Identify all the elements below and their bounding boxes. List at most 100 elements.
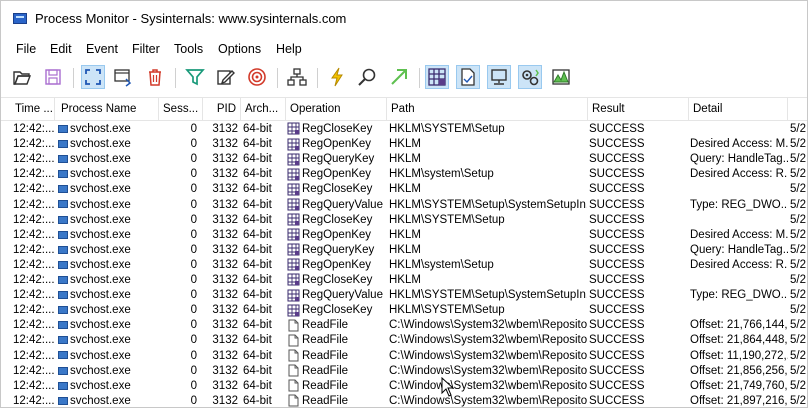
cell-detail: Query: HandleTag... [690, 152, 788, 167]
show-file-activity-button[interactable] [456, 65, 480, 89]
event-row[interactable]: 12:42:... svchost.exe 0 3132 64-bit ReadFile C… [1, 318, 807, 333]
cell-text: SUCCESS [589, 258, 645, 271]
show-registry-activity-button[interactable] [425, 65, 449, 89]
cell-text: 5/2 [790, 183, 806, 196]
event-row[interactable]: 12:42:... svchost.exe 0 3132 64-bit RegOpenKe… [1, 137, 807, 152]
event-row[interactable]: 12:42:... svchost.exe 0 3132 64-bit RegOpenKe… [1, 258, 807, 273]
event-properties-button[interactable] [325, 65, 349, 89]
menu-filter[interactable]: Filter [132, 42, 160, 56]
menu-file[interactable]: File [16, 42, 36, 56]
menu-event[interactable]: Event [86, 42, 118, 56]
cell-result: SUCCESS [589, 273, 689, 288]
cell-arch: 64-bit [243, 198, 285, 213]
clear-button[interactable] [143, 65, 167, 89]
column-header-session[interactable]: Sess... [159, 98, 203, 120]
column-header-operation[interactable]: Operation [286, 98, 387, 120]
cell-text: HKLM [389, 274, 421, 286]
cell-pid: 3132 [205, 182, 238, 197]
cell-process: svchost.exe [58, 349, 158, 364]
cell-text: Offset: 21,749,760,... [690, 379, 788, 392]
find-button[interactable] [355, 65, 379, 89]
menu-options[interactable]: Options [218, 42, 261, 56]
cell-pid: 3132 [205, 122, 238, 137]
event-row[interactable]: 12:42:... svchost.exe 0 3132 64-bit RegQueryV… [1, 198, 807, 213]
cell-text: svchost.exe [70, 334, 131, 347]
process-icon [58, 170, 68, 179]
event-row[interactable]: 12:42:... svchost.exe 0 3132 64-bit ReadFile C… [1, 379, 807, 394]
cell-text: 12:42:... [13, 153, 55, 166]
column-header-process-name[interactable]: Process Name [57, 98, 159, 120]
event-row[interactable]: 12:42:... svchost.exe 0 3132 64-bit RegCloseK… [1, 213, 807, 228]
event-row[interactable]: 12:42:... svchost.exe 0 3132 64-bit RegQueryV… [1, 288, 807, 303]
show-profiling-button[interactable] [549, 65, 573, 89]
cell-text: SUCCESS [589, 123, 645, 135]
cell-path: HKLM [389, 137, 587, 152]
process-tree-button[interactable] [285, 65, 309, 89]
cell-text: SUCCESS [589, 138, 645, 151]
cell-text: RegQueryValue [302, 289, 383, 302]
cell-text: 64-bit [243, 289, 272, 302]
save-button[interactable] [41, 65, 65, 89]
column-header-architecture[interactable]: Arch... [241, 98, 286, 120]
column-header-date[interactable] [788, 98, 807, 120]
gears-icon [522, 69, 539, 86]
registry-operation-icon [287, 258, 300, 271]
cell-op: ReadFile [287, 364, 387, 379]
menu-tools[interactable]: Tools [174, 42, 203, 56]
jump-to-button[interactable] [387, 65, 411, 89]
cell-text: 3132 [212, 243, 238, 256]
event-row[interactable]: 12:42:... svchost.exe 0 3132 64-bit RegCloseK… [1, 122, 807, 137]
cell-text: 5/2 [790, 213, 806, 226]
cell-text: 64-bit [243, 168, 272, 181]
cell-text: 3132 [212, 168, 238, 181]
cell-time: 12:42:... [13, 379, 57, 394]
cell-detail [690, 303, 788, 318]
cell-text: 0 [190, 183, 197, 196]
cell-text: 5/2 [790, 243, 806, 256]
event-row[interactable]: 12:42:... svchost.exe 0 3132 64-bit ReadFile C… [1, 333, 807, 348]
event-row[interactable]: 12:42:... svchost.exe 0 3132 64-bit RegOpenKe… [1, 228, 807, 243]
cell-text: 64-bit [243, 304, 272, 317]
capture-button[interactable] [111, 65, 135, 89]
menu-edit[interactable]: Edit [50, 42, 72, 56]
cell-text: 0 [190, 379, 197, 392]
filter-button[interactable] [183, 65, 207, 89]
cell-arch: 64-bit [243, 167, 285, 182]
cell-time: 12:42:... [13, 228, 57, 243]
cell-path: HKLM\SYSTEM\Setup [389, 213, 587, 228]
column-header-detail[interactable]: Detail [689, 98, 788, 120]
cell-result: SUCCESS [589, 213, 689, 228]
column-header-path[interactable]: Path [387, 98, 588, 120]
show-process-activity-button[interactable] [518, 65, 542, 89]
event-row[interactable]: 12:42:... svchost.exe 0 3132 64-bit ReadFile C… [1, 364, 807, 379]
event-row[interactable]: 12:42:... svchost.exe 0 3132 64-bit RegOpenKe… [1, 167, 807, 182]
event-row[interactable]: 12:42:... svchost.exe 0 3132 64-bit RegQueryK… [1, 152, 807, 167]
event-row[interactable]: 12:42:... svchost.exe 0 3132 64-bit RegCloseK… [1, 182, 807, 197]
cell-text: 0 [190, 228, 197, 241]
highlight-button[interactable] [213, 65, 237, 89]
open-button[interactable] [10, 65, 34, 89]
include-process-button[interactable] [245, 65, 269, 89]
event-row[interactable]: 12:42:... svchost.exe 0 3132 64-bit RegQueryK… [1, 243, 807, 258]
cell-text: 12:42:... [13, 198, 55, 211]
show-network-activity-button[interactable] [487, 65, 511, 89]
event-row[interactable]: 12:42:... svchost.exe 0 3132 64-bit RegCloseK… [1, 273, 807, 288]
column-header-pid[interactable]: PID [203, 98, 241, 120]
event-row[interactable]: 12:42:... svchost.exe 0 3132 64-bit RegCloseK… [1, 303, 807, 318]
cell-arch: 64-bit [243, 349, 285, 364]
cell-text: HKLM\SYSTEM\Setup [389, 123, 505, 135]
cell-text: Desired Access: R... [690, 168, 788, 181]
cell-text: 0 [190, 274, 197, 286]
cell-text: 0 [190, 349, 197, 362]
capture-icon [114, 69, 132, 87]
cell-text: 64-bit [243, 274, 272, 286]
event-row[interactable]: 12:42:... svchost.exe 0 3132 64-bit ReadFile C… [1, 394, 807, 407]
column-header-time[interactable]: Time ... [11, 98, 55, 120]
lightning-icon [331, 67, 343, 87]
autoscroll-button[interactable] [81, 65, 105, 89]
cell-arch: 64-bit [243, 333, 285, 348]
event-row[interactable]: 12:42:... svchost.exe 0 3132 64-bit ReadFile C… [1, 349, 807, 364]
cell-text: SUCCESS [589, 228, 645, 241]
column-header-result[interactable]: Result [588, 98, 689, 120]
menu-help[interactable]: Help [276, 42, 302, 56]
